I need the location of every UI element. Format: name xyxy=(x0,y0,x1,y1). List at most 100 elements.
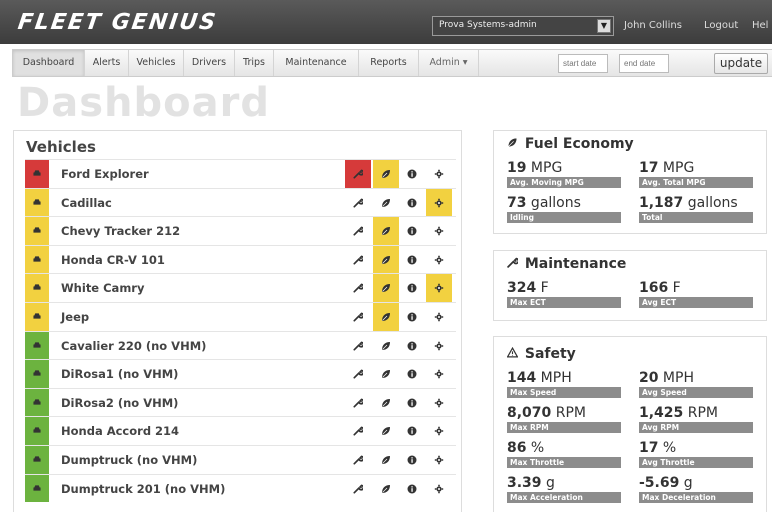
nav-vehicles[interactable]: Vehicles xyxy=(129,50,184,76)
maintenance-action-button[interactable] xyxy=(345,160,371,188)
settings-button[interactable] xyxy=(426,246,452,274)
maintenance-action-button[interactable] xyxy=(345,189,371,217)
settings-button[interactable] xyxy=(426,446,452,474)
fuel-action-button[interactable] xyxy=(373,360,399,388)
info-button[interactable] xyxy=(399,246,425,274)
vehicle-name-link[interactable]: White Camry xyxy=(61,281,144,295)
nav-dashboard[interactable]: Dashboard xyxy=(13,50,85,76)
car-icon xyxy=(33,456,41,462)
info-button[interactable] xyxy=(399,160,425,188)
update-button[interactable]: update xyxy=(714,53,768,74)
stat-block: 17 % Avg Throttle xyxy=(639,440,753,468)
vehicle-row[interactable]: Cadillac xyxy=(25,187,456,217)
info-button[interactable] xyxy=(399,217,425,245)
maintenance-action-button[interactable] xyxy=(345,417,371,445)
car-icon xyxy=(33,370,41,376)
user-name-link[interactable]: John Collins xyxy=(624,20,682,31)
chevron-down-icon[interactable]: ▼ xyxy=(597,19,611,33)
info-button[interactable] xyxy=(399,446,425,474)
logout-link[interactable]: Logout xyxy=(704,20,738,31)
vehicle-row[interactable]: Chevy Tracker 212 xyxy=(25,216,456,245)
vehicle-row[interactable]: Cavalier 220 (no VHM) xyxy=(25,330,456,360)
info-button[interactable] xyxy=(399,360,425,388)
info-button[interactable] xyxy=(399,189,425,217)
vehicle-row[interactable]: Dumptruck (no VHM) xyxy=(25,444,456,474)
info-button[interactable] xyxy=(399,389,425,417)
car-icon xyxy=(33,198,41,205)
fuel-action-button[interactable] xyxy=(373,245,399,274)
vehicle-status-indicator xyxy=(25,331,49,360)
fuel-action-button[interactable] xyxy=(373,274,399,302)
maintenance-action-button[interactable] xyxy=(345,217,371,245)
vehicle-row[interactable]: DiRosa2 (no VHM) xyxy=(25,387,456,417)
fuel-action-button[interactable] xyxy=(373,446,399,474)
vehicle-name-link[interactable]: Cadillac xyxy=(61,196,112,210)
vehicle-name-link[interactable]: DiRosa1 (no VHM) xyxy=(61,367,178,381)
fuel-action-button[interactable] xyxy=(373,332,399,360)
info-button[interactable] xyxy=(399,475,425,503)
settings-button[interactable] xyxy=(426,417,452,445)
start-date-input[interactable] xyxy=(558,54,608,73)
app-logo[interactable]: FLEET GENIUS xyxy=(16,10,219,35)
vehicle-name-link[interactable]: Honda Accord 214 xyxy=(61,424,179,438)
vehicle-name-link[interactable]: Jeep xyxy=(61,310,89,324)
help-link[interactable]: Hel xyxy=(752,20,768,31)
maintenance-action-button[interactable] xyxy=(345,389,371,417)
nav-trips[interactable]: Trips xyxy=(235,50,274,76)
settings-button[interactable] xyxy=(426,360,452,388)
nav-admin[interactable]: Admin ▾ xyxy=(419,50,479,76)
settings-button[interactable] xyxy=(426,274,452,302)
info-button[interactable] xyxy=(399,417,425,445)
vehicle-name-link[interactable]: Cavalier 220 (no VHM) xyxy=(61,339,206,353)
leaf-icon xyxy=(382,312,390,321)
fuel-action-button[interactable] xyxy=(373,302,399,331)
vehicle-row[interactable]: Ford Explorer xyxy=(25,159,456,188)
settings-button[interactable] xyxy=(426,303,452,331)
info-button[interactable] xyxy=(399,303,425,331)
nav-alerts[interactable]: Alerts xyxy=(85,50,129,76)
end-date-input[interactable] xyxy=(619,54,669,73)
vehicle-name-link[interactable]: Chevy Tracker 212 xyxy=(61,224,180,238)
vehicle-row[interactable]: Honda CR-V 101 xyxy=(25,244,456,274)
settings-button[interactable] xyxy=(426,332,452,360)
info-button[interactable] xyxy=(399,274,425,302)
account-select-value: Prova Systems-admin xyxy=(439,20,537,30)
maintenance-action-button[interactable] xyxy=(345,246,371,274)
maintenance-action-button[interactable] xyxy=(345,303,371,331)
settings-button[interactable] xyxy=(426,217,452,245)
info-button[interactable] xyxy=(399,332,425,360)
vehicle-row[interactable]: DiRosa1 (no VHM) xyxy=(25,359,456,388)
fuel-action-button[interactable] xyxy=(373,417,399,445)
maintenance-action-button[interactable] xyxy=(345,274,371,302)
stat-number: 17 xyxy=(639,160,659,176)
stat-label: Avg ECT xyxy=(639,297,753,308)
fuel-action-button[interactable] xyxy=(373,160,399,188)
fuel-action-button[interactable] xyxy=(373,217,399,245)
nav-drivers[interactable]: Drivers xyxy=(184,50,235,76)
maintenance-action-button[interactable] xyxy=(345,360,371,388)
stat-block: 324 F Max ECT xyxy=(507,280,621,308)
account-select[interactable]: Prova Systems-admin ▼ xyxy=(432,16,614,36)
vehicle-name-link[interactable]: Honda CR-V 101 xyxy=(61,253,165,267)
fuel-action-button[interactable] xyxy=(373,475,399,503)
vehicle-name-link[interactable]: Dumptruck (no VHM) xyxy=(61,453,197,467)
vehicle-row[interactable]: Jeep xyxy=(25,301,456,331)
maintenance-action-button[interactable] xyxy=(345,475,371,503)
nav-maintenance[interactable]: Maintenance xyxy=(274,50,359,76)
fuel-action-button[interactable] xyxy=(373,389,399,417)
vehicle-name-link[interactable]: Dumptruck 201 (no VHM) xyxy=(61,482,225,496)
maintenance-action-button[interactable] xyxy=(345,446,371,474)
vehicle-name-link[interactable]: Ford Explorer xyxy=(61,167,149,181)
settings-button[interactable] xyxy=(426,475,452,503)
vehicle-row[interactable]: Dumptruck 201 (no VHM) xyxy=(25,473,456,503)
nav-reports[interactable]: Reports xyxy=(359,50,419,76)
vehicle-row[interactable]: Honda Accord 214 xyxy=(25,416,456,445)
fuel-action-button[interactable] xyxy=(373,189,399,217)
car-icon xyxy=(33,313,41,319)
maintenance-action-button[interactable] xyxy=(345,332,371,360)
settings-button[interactable] xyxy=(426,389,452,417)
settings-button[interactable] xyxy=(426,160,452,188)
settings-button[interactable] xyxy=(426,188,452,217)
vehicle-name-link[interactable]: DiRosa2 (no VHM) xyxy=(61,396,178,410)
vehicle-row[interactable]: White Camry xyxy=(25,273,456,302)
